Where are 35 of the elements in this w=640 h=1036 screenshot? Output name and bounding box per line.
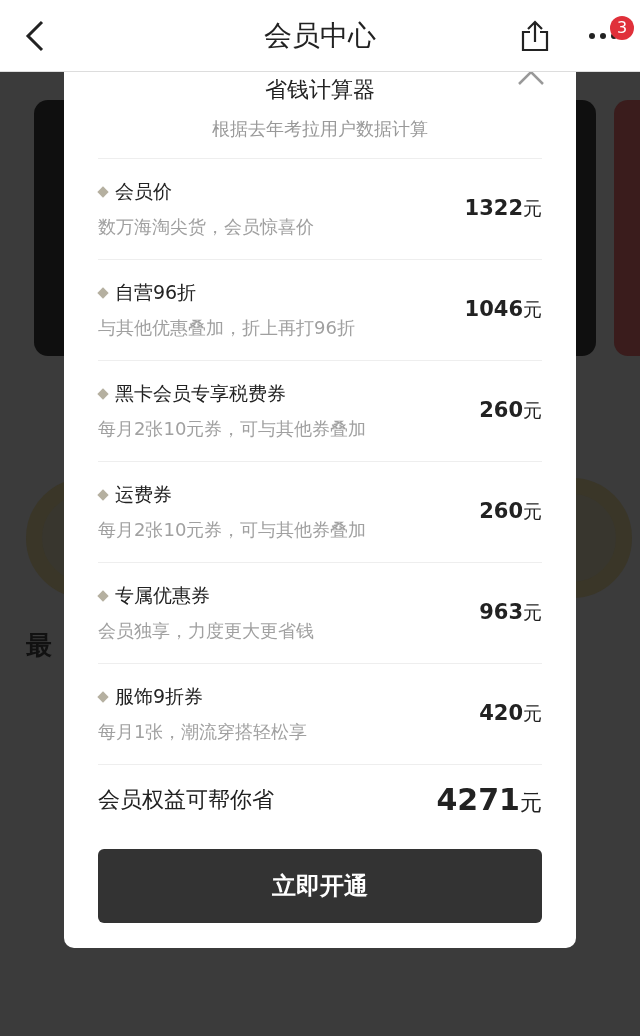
- saving-amount: 1046: [464, 297, 523, 321]
- saving-amount: 1322: [464, 196, 523, 220]
- saving-amount: 420: [479, 701, 523, 725]
- benefit-description: 每月2张10元券，可与其他券叠加: [98, 417, 367, 441]
- total-amount: 4271: [436, 782, 520, 817]
- benefit-description: 与其他优惠叠加，折上再打96折: [98, 316, 355, 340]
- currency-unit: 元: [523, 297, 542, 322]
- currency-unit: 元: [523, 600, 542, 625]
- share-icon[interactable]: [520, 19, 550, 52]
- benefit-name: 服饰9折券: [115, 684, 204, 709]
- benefit-name: 专属优惠券: [115, 583, 210, 608]
- currency-unit: 元: [523, 196, 542, 221]
- benefit-description: 每月2张10元券，可与其他券叠加: [98, 518, 367, 542]
- benefit-description: 会员独享，力度更大更省钱: [98, 619, 314, 643]
- dialog-subtitle: 根据去年考拉用户数据计算: [98, 118, 542, 159]
- dialog-title: 省钱计算器: [265, 76, 375, 104]
- close-icon[interactable]: [516, 72, 546, 86]
- benefit-description: 数万海淘尖货，会员惊喜价: [98, 215, 314, 239]
- page-title: 会员中心: [264, 17, 376, 54]
- benefit-name: 自营96折: [115, 280, 197, 305]
- benefit-name: 会员价: [115, 179, 172, 204]
- currency-unit: 元: [520, 789, 542, 817]
- saving-amount: 963: [479, 600, 523, 624]
- benefit-name: 黑卡会员专享税费券: [115, 381, 286, 406]
- benefit-name: 运费券: [115, 482, 172, 507]
- saving-amount: 260: [479, 398, 523, 422]
- currency-unit: 元: [523, 398, 542, 423]
- currency-unit: 元: [523, 499, 542, 524]
- notification-badge: 3: [610, 15, 634, 40]
- back-icon[interactable]: [24, 19, 46, 52]
- activate-button[interactable]: 立即开通: [98, 849, 542, 923]
- total-label: 会员权益可帮你省: [98, 786, 274, 814]
- currency-unit: 元: [523, 701, 542, 726]
- saving-amount: 260: [479, 499, 523, 523]
- benefit-description: 每月1张，潮流穿搭轻松享: [98, 720, 308, 744]
